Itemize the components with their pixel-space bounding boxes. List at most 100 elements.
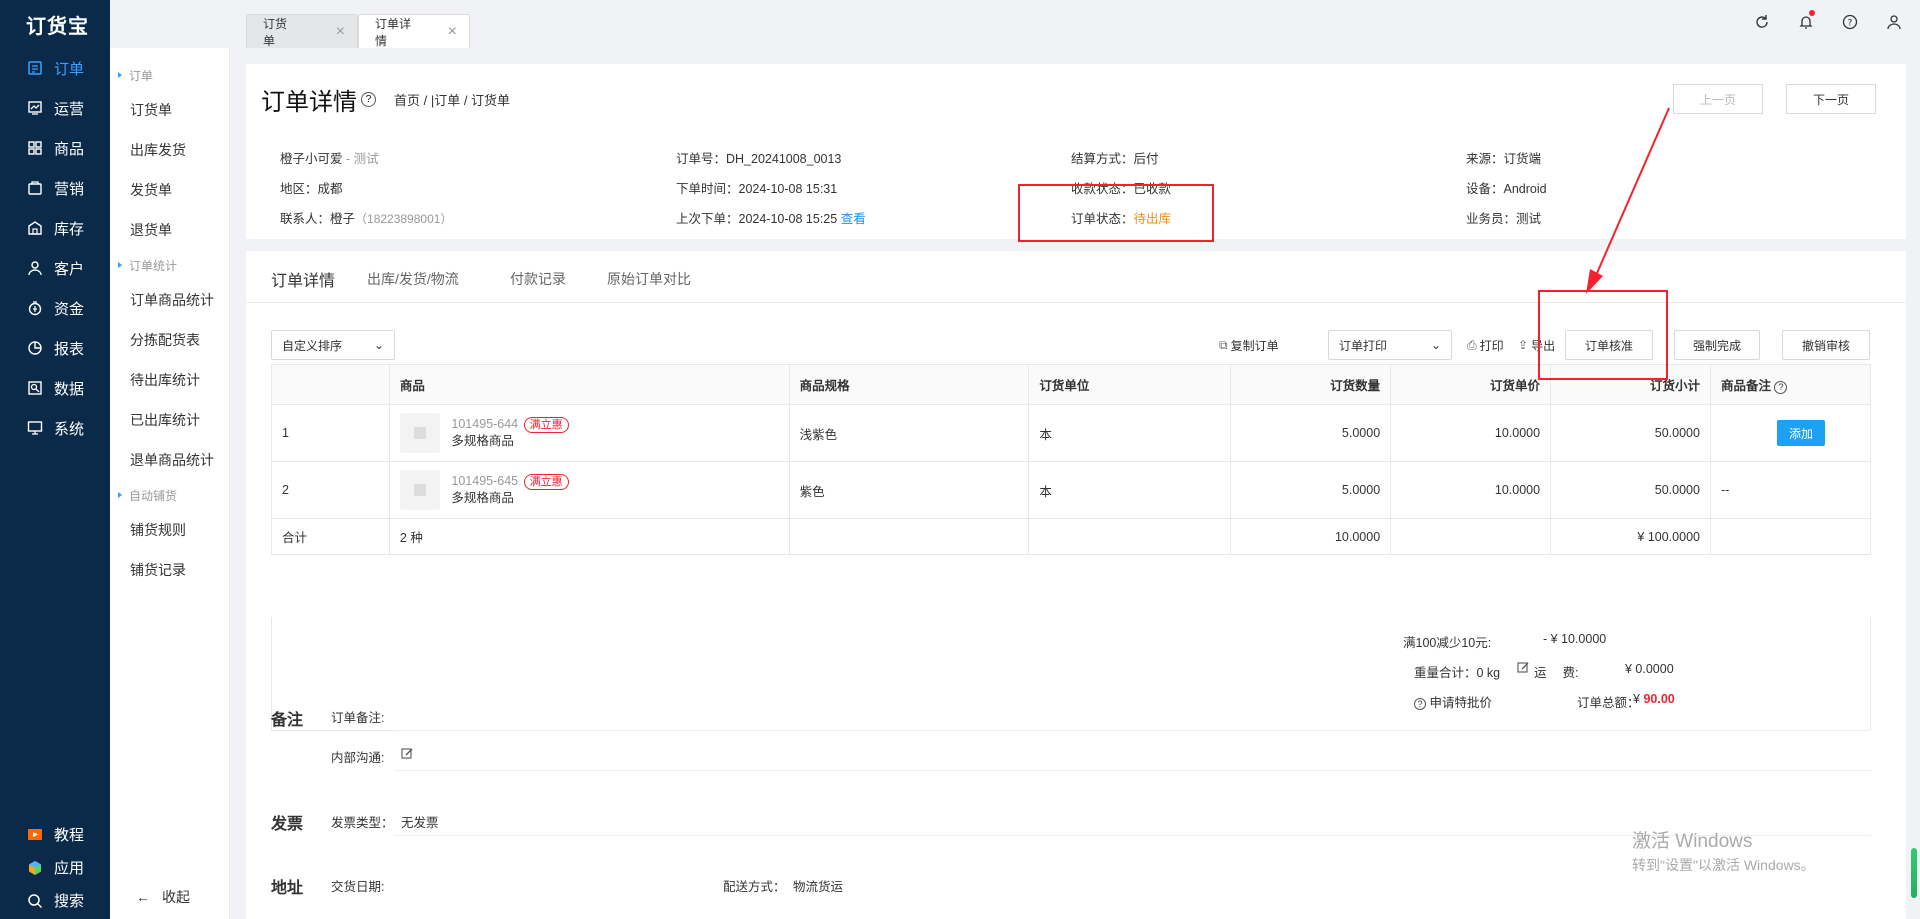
print-select[interactable]: 订单打印 ⌄ [1328,330,1452,360]
order-icon [26,59,44,77]
tab-order-detail-content[interactable]: 订单详情 [271,267,335,291]
edit-icon[interactable] [401,747,414,763]
info-col-source: 来源：订货端 设备：Android 业务员：测试 [1466,144,1547,234]
sum-empty [1709,518,1872,555]
subnav-item[interactable]: 铺货记录 [110,550,229,590]
revoke-audit-button[interactable]: 撤销审核 [1782,330,1870,360]
nav-item-customer[interactable]: 客户 [0,248,110,288]
note-cell: 添加 [1709,404,1872,462]
subnav-item[interactable]: 待出库统计 [110,360,229,400]
product-sku[interactable]: 101495-645 [451,474,518,488]
nav-item-tutorial-play[interactable]: 教程 [0,818,110,851]
tab-order-detail[interactable]: 订单详情 × [358,14,470,48]
add-note-button[interactable]: 添加 [1776,420,1825,446]
close-icon[interactable]: × [448,23,457,41]
tab-compare[interactable]: 原始订单对比 [607,269,691,289]
invoice-type-label: 发票类型： [331,816,394,830]
nav-item-product-grid[interactable]: 商品 [0,128,110,168]
subnav-item[interactable]: 铺货规则 [110,510,229,550]
annotation-status-box [1018,184,1214,242]
subnav-group-order[interactable]: 订单 [110,60,229,90]
subnav-group-auto[interactable]: 自动铺货 [110,480,229,510]
col-header [271,364,390,405]
tab-shipping[interactable]: 出库/发货/物流 [367,269,459,289]
force-complete-button[interactable]: 强制完成 [1674,330,1760,360]
subnav-item[interactable]: 退单商品统计 [110,440,229,480]
nav-item-data[interactable]: 数据 [0,368,110,408]
nav-item-label: 数据 [54,380,85,398]
sort-select[interactable]: 自定义排序 ⌄ [271,330,395,360]
user-icon[interactable] [1884,12,1904,32]
refresh-icon[interactable] [1752,12,1772,32]
breadcrumb[interactable]: 首页 / |订单 / 订货单 [394,90,510,109]
sum-label: 合计 [271,518,390,555]
customer-name: 橙子小可爱 [280,152,343,166]
subnav-item[interactable]: 发货单 [110,170,229,210]
col-header: 订货单价 [1390,364,1552,405]
nav-item-warehouse[interactable]: 库存 [0,208,110,248]
qty-cell: 5.0000 [1230,404,1392,462]
collapse-arrow-icon: ← [136,889,150,905]
tab-payment[interactable]: 付款记录 [510,269,566,289]
order-total: ¥ 90.00 [1633,692,1675,706]
nav-item-money[interactable]: 资金 [0,288,110,328]
page-title: 订单详情 ? [261,82,376,117]
order-no: 订单号：DH_20241008_0013 [676,152,842,166]
help-icon[interactable]: ? [361,92,376,107]
collapse-button[interactable]: ← 收起 [136,887,190,907]
table-row: 1 101495-644 满立惠 多规格商品 浅紫色 本 5.0000 10.00… [271,404,1872,462]
nav-item-label: 订单 [54,60,85,78]
col-header: 订货数量 [1230,364,1392,405]
print-label: 打印 [1479,338,1504,353]
nav-item-report-pie[interactable]: 报表 [0,328,110,368]
nav-item-search[interactable]: 搜索 [0,884,110,917]
view-link[interactable]: 查看 [841,212,866,226]
help-icon[interactable]: ? [1840,12,1860,32]
info-col-order: 订单号：DH_20241008_0013 下单时间：2024-10-08 15:… [676,144,866,234]
next-page-button[interactable]: 下一页 [1786,84,1876,114]
nav-item-operation[interactable]: 运营 [0,88,110,128]
sum-empty [1390,518,1552,555]
product-name: 多规格商品 [451,434,514,448]
copy-order-label: 复制订单 [1230,338,1279,353]
print-button[interactable]: ⎙ 打印 [1467,330,1504,360]
bell-icon[interactable] [1796,10,1816,32]
promo-tag: 满立惠 [523,474,569,490]
edit-icon[interactable] [1517,661,1530,677]
subnav-item[interactable]: 出库发货 [110,130,229,170]
help-icon[interactable]: ? [1774,381,1788,394]
tab-order-list[interactable]: 订货单 × [246,14,358,48]
print-select-value: 订单打印 [1339,338,1388,353]
nav-item-apps-cube[interactable]: 应用 [0,851,110,884]
subnav-item[interactable]: 订单商品统计 [110,280,229,320]
col-header: 商品 [388,364,790,405]
row-index: 2 [271,461,390,519]
sum-kinds: 2 种 [388,518,790,555]
subnav-group-stats[interactable]: 订单统计 [110,250,229,280]
app-logo: 订货宝 [26,15,89,38]
sum-qty: 10.0000 [1230,518,1392,555]
ship-method-label: 配送方式： [723,880,786,894]
sort-select-value: 自定义排序 [282,338,343,353]
close-icon[interactable]: × [336,23,345,41]
apply-special-price[interactable]: ? 申请特批价 [1414,692,1492,711]
nav-item-marketing[interactable]: 营销 [0,168,110,208]
region: 地区：成都 [280,182,343,196]
subnav-item[interactable]: 已出库统计 [110,400,229,440]
nav-item-order[interactable]: 订单 [0,48,110,88]
subtotal-cell: 50.0000 [1550,461,1711,519]
nav-item-system-monitor[interactable]: 系统 [0,408,110,448]
subnav-item[interactable]: 分拣配货表 [110,320,229,360]
nav-item-label: 系统 [54,420,85,438]
svg-text:?: ? [1848,19,1853,29]
subnav-group-label: 订单 [129,68,154,83]
copy-order-button[interactable]: ⧉ 复制订单 [1219,330,1279,360]
product-sku[interactable]: 101495-644 [451,417,518,431]
prev-page-button[interactable]: 上一页 [1673,84,1763,114]
subnav-item[interactable]: 退货单 [110,210,229,250]
warehouse-icon [26,219,44,237]
scrollbar[interactable] [1911,848,1917,898]
order-time: 下单时间：2024-10-08 15:31 [676,182,838,196]
nav-item-label: 资金 [54,300,85,318]
subnav-item[interactable]: 订货单 [110,90,229,130]
